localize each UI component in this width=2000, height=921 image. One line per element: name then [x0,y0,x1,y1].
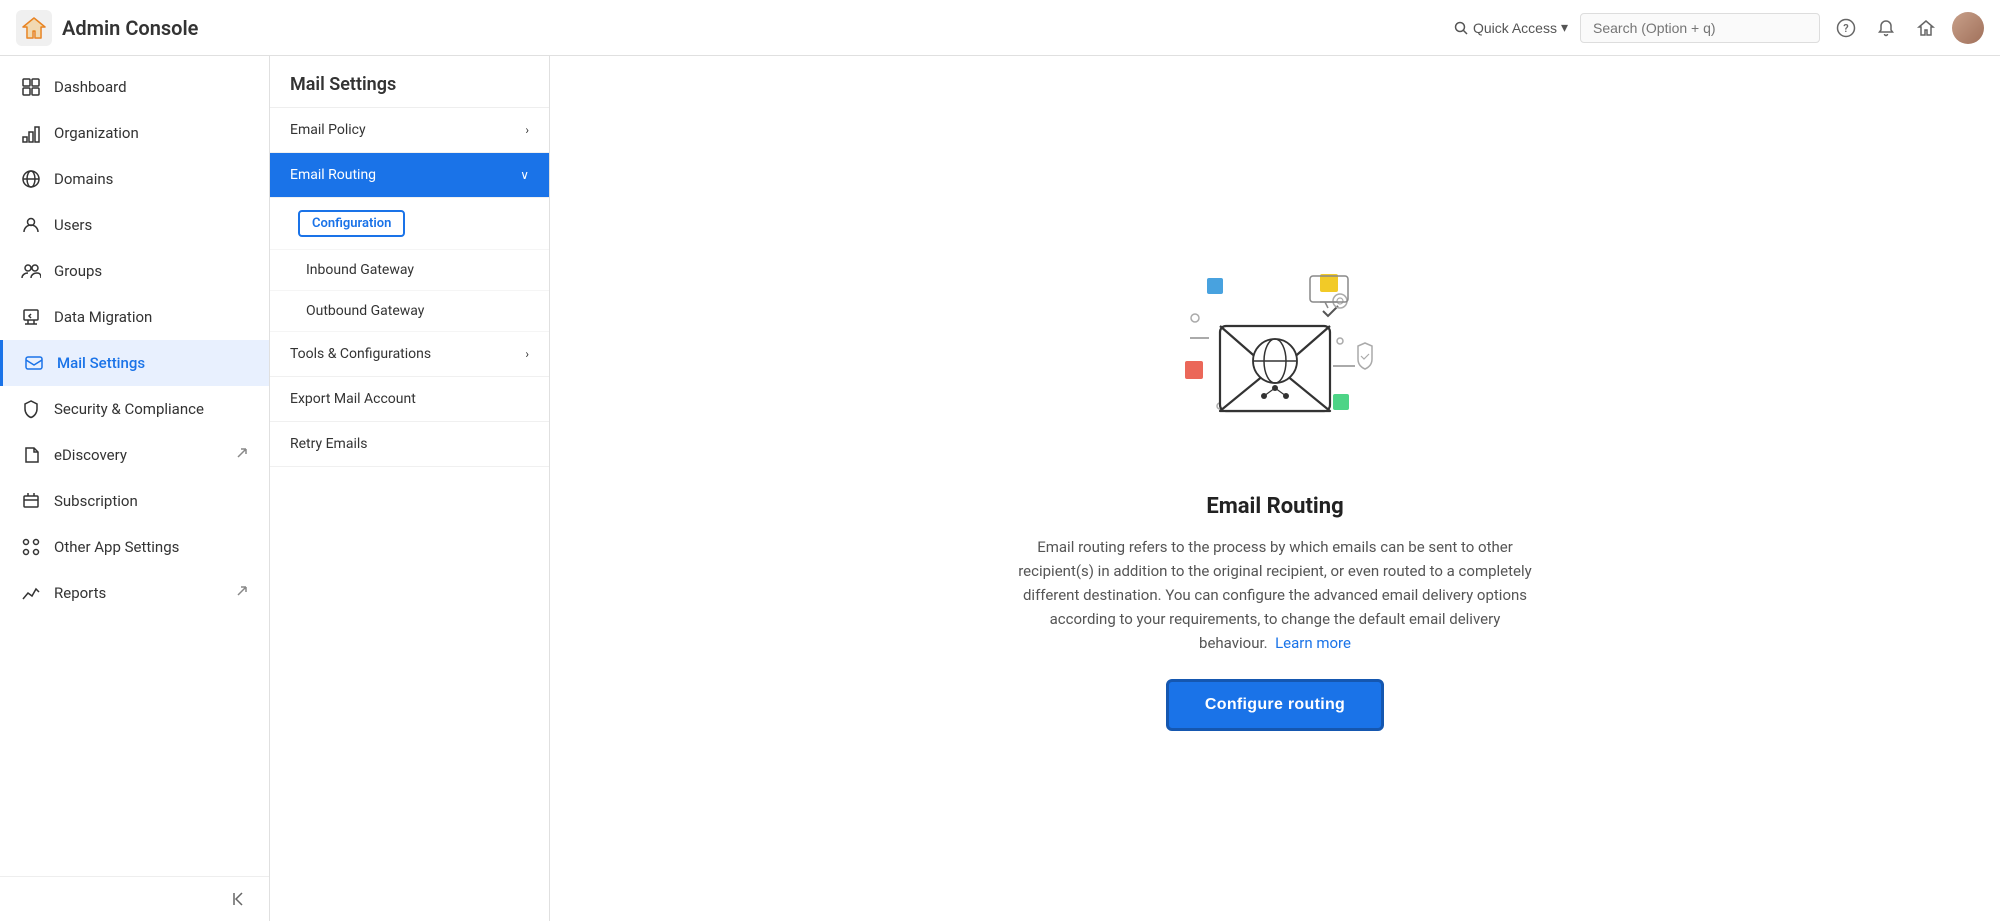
sidebar-label-data-migration: Data Migration [54,308,152,326]
quick-access-button[interactable]: Quick Access ▾ [1453,19,1568,36]
sidebar-label-domains: Domains [54,170,113,188]
sidebar-label-ediscovery: eDiscovery [54,446,127,464]
sidebar-collapse-button[interactable] [0,876,269,921]
logo-area: Admin Console [16,10,286,46]
submenu-label-email-policy: Email Policy [290,122,366,138]
header-right: Quick Access ▾ ? [1453,12,1984,44]
configure-routing-button[interactable]: Configure routing [1166,679,1384,731]
sidebar-nav: Dashboard Organization Domains Users [0,56,269,876]
sidebar-item-dashboard[interactable]: Dashboard [0,64,269,110]
submenu-label-email-routing: Email Routing [290,167,376,183]
configuration-badge: Configuration [298,210,405,237]
email-routing-info: Email Routing Email routing refers to th… [995,206,1555,771]
sidebar-item-other-app[interactable]: Other App Settings [0,524,269,570]
home-icon[interactable] [1912,14,1940,42]
data-migration-icon [20,306,42,328]
learn-more-link[interactable]: Learn more [1275,634,1351,652]
sidebar-label-organization: Organization [54,124,139,142]
submenu-item-email-routing[interactable]: Email Routing ∨ [270,153,549,198]
main-layout: Dashboard Organization Domains Users [0,56,2000,921]
submenu-label-inbound-gateway: Inbound Gateway [306,262,414,278]
sidebar-label-dashboard: Dashboard [54,78,127,96]
sidebar-item-data-migration[interactable]: Data Migration [0,294,269,340]
sidebar: Dashboard Organization Domains Users [0,56,270,921]
illustration-container [1165,246,1385,466]
sidebar-label-security: Security & Compliance [54,400,204,418]
ediscovery-ext-icon [235,446,249,464]
sidebar-label-other-app: Other App Settings [54,538,179,556]
search-input[interactable] [1580,13,1820,43]
subscription-icon [20,490,42,512]
submenu-item-email-policy[interactable]: Email Policy › [270,108,549,153]
users-icon [20,214,42,236]
submenu-item-export-mail[interactable]: Export Mail Account [270,377,549,422]
email-routing-description: Email routing refers to the process by w… [1015,535,1535,655]
submenu-panel: Mail Settings Email Policy › Email Routi… [270,56,550,921]
submenu-sub-item-inbound-gateway[interactable]: Inbound Gateway [270,250,549,291]
submenu-item-tools-config[interactable]: Tools & Configurations › [270,332,549,377]
chevron-right-icon: › [525,123,529,137]
search-icon-small [1453,20,1469,36]
sidebar-label-groups: Groups [54,262,102,280]
submenu-label-retry-emails: Retry Emails [290,436,367,452]
email-routing-title: Email Routing [1015,494,1535,519]
submenu-sub-item-outbound-gateway[interactable]: Outbound Gateway [270,291,549,332]
sidebar-item-subscription[interactable]: Subscription [0,478,269,524]
sidebar-item-users[interactable]: Users [0,202,269,248]
sidebar-item-mail-settings[interactable]: Mail Settings [0,340,269,386]
chevron-right-tools-icon: › [525,347,529,361]
submenu-label-outbound-gateway: Outbound Gateway [306,303,424,319]
avatar[interactable] [1952,12,1984,44]
mail-settings-icon [23,352,45,374]
sidebar-item-groups[interactable]: Groups [0,248,269,294]
top-header: Admin Console Quick Access ▾ ? [0,0,2000,56]
submenu-sub-item-configuration[interactable]: Configuration [270,198,549,250]
help-icon[interactable]: ? [1832,14,1860,42]
email-routing-illustration [1165,246,1385,466]
sidebar-label-mail-settings: Mail Settings [57,354,145,372]
sidebar-item-organization[interactable]: Organization [0,110,269,156]
ediscovery-icon [20,444,42,466]
reports-ext-icon [235,584,249,602]
submenu-sub-email-routing: Configuration Inbound Gateway Outbound G… [270,198,549,332]
dashboard-icon [20,76,42,98]
sidebar-label-reports: Reports [54,584,106,602]
sidebar-item-reports[interactable]: Reports [0,570,269,616]
security-icon [20,398,42,420]
sidebar-item-security[interactable]: Security & Compliance [0,386,269,432]
reports-icon [20,582,42,604]
submenu-label-tools-config: Tools & Configurations [290,346,431,362]
page-header: Mail Settings [270,56,549,108]
other-app-icon [20,536,42,558]
sidebar-item-domains[interactable]: Domains [0,156,269,202]
app-title: Admin Console [62,16,198,40]
sidebar-label-users: Users [54,216,92,234]
logo-icon [16,10,52,46]
chevron-down-expand-icon: ∨ [520,168,529,182]
sidebar-label-subscription: Subscription [54,492,138,510]
chevron-down-icon: ▾ [1561,19,1568,36]
groups-icon [20,260,42,282]
submenu-label-export-mail: Export Mail Account [290,391,416,407]
content-area: Mail Settings Email Policy › Email Routi… [270,56,2000,921]
svg-text:?: ? [1843,22,1848,35]
submenu-item-retry-emails[interactable]: Retry Emails [270,422,549,467]
sidebar-item-ediscovery[interactable]: eDiscovery [0,432,269,478]
main-content-area: Email Routing Email routing refers to th… [550,56,2000,921]
domains-icon [20,168,42,190]
organization-icon [20,122,42,144]
notifications-icon[interactable] [1872,14,1900,42]
